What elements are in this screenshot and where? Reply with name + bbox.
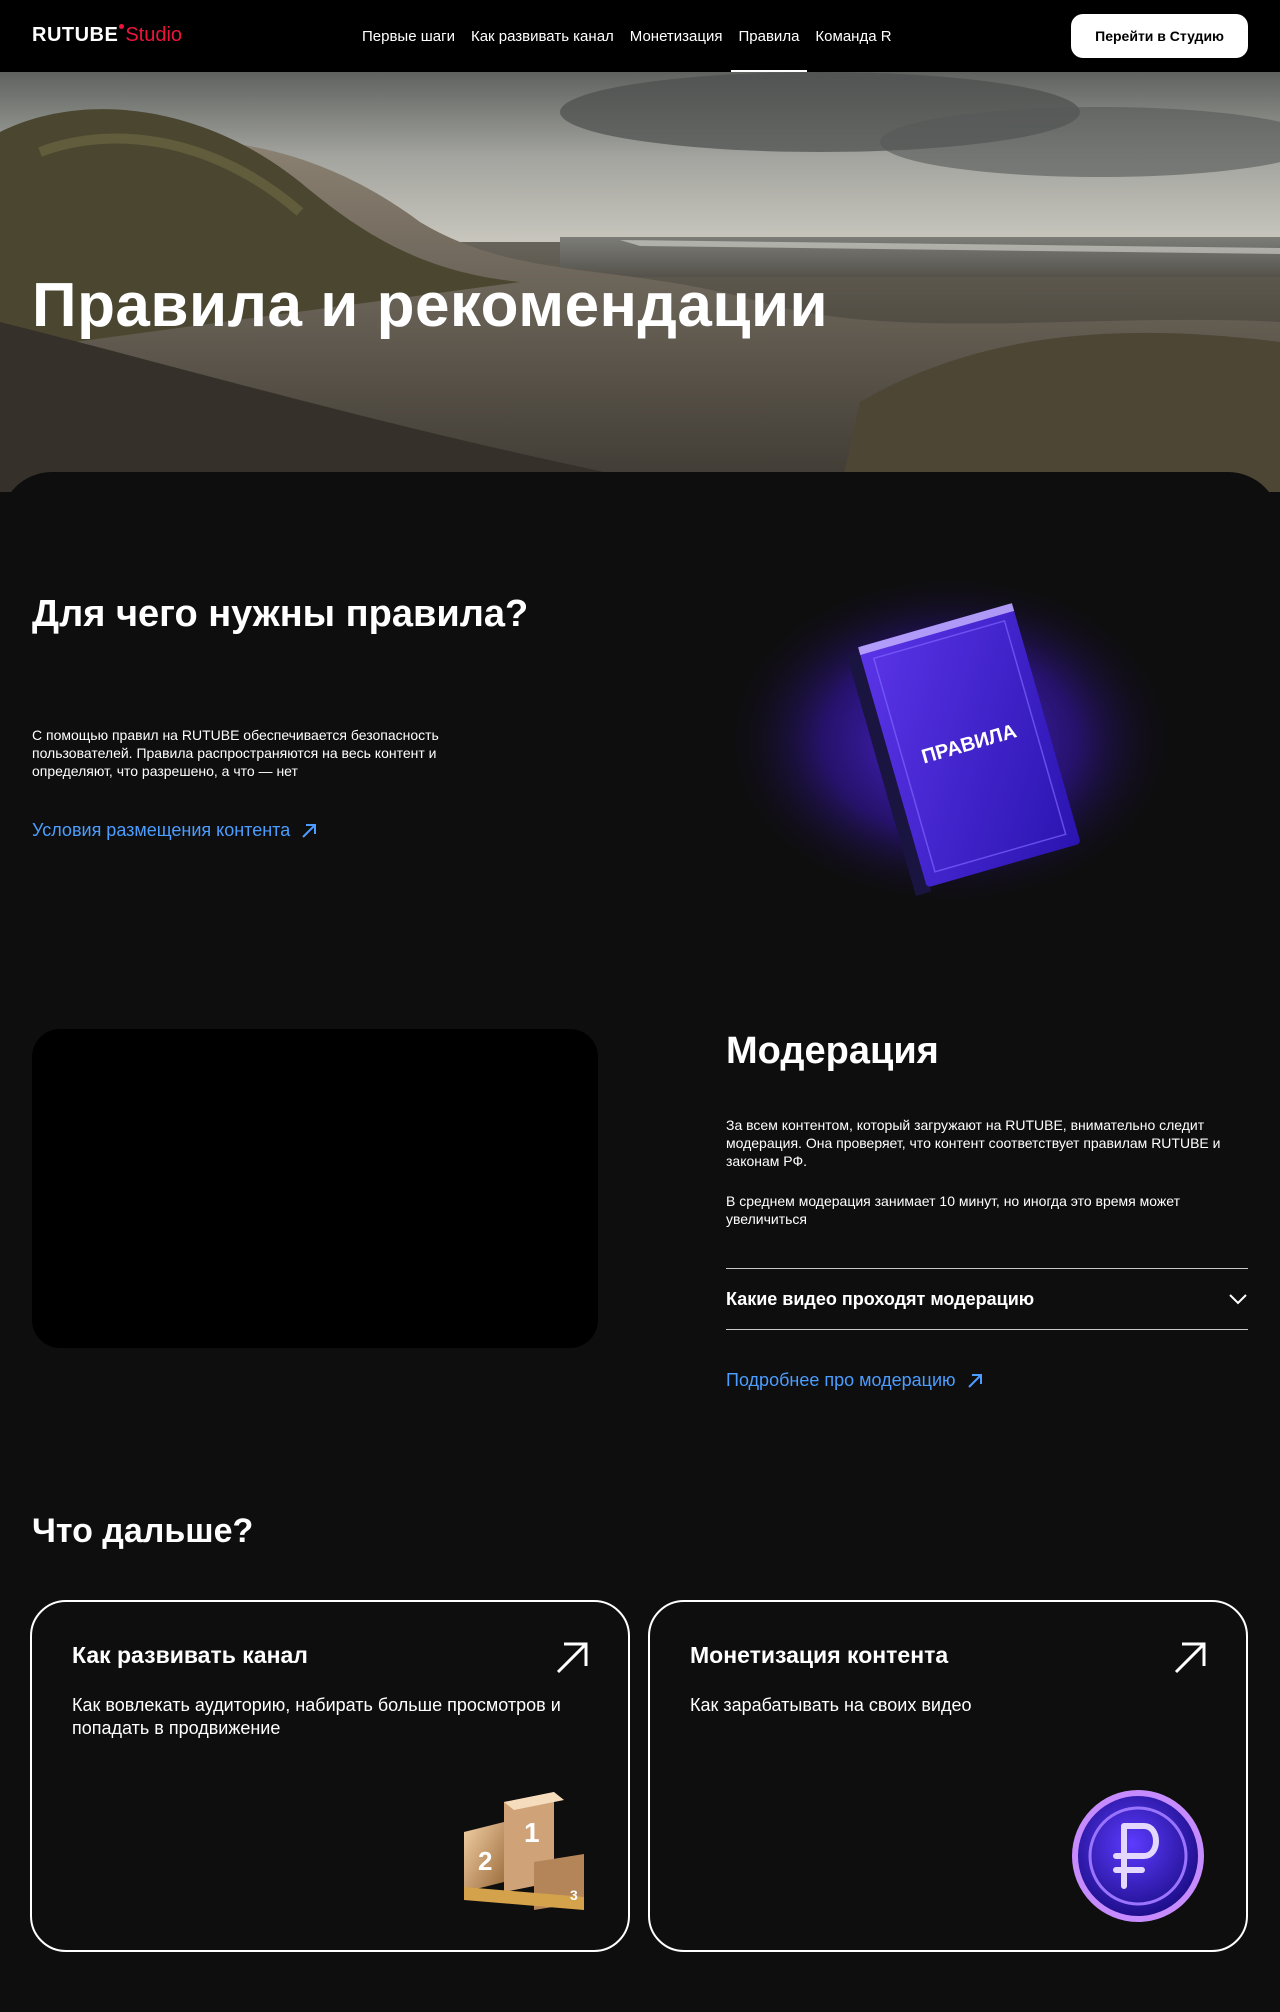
moderation-accordion[interactable]: Какие видео проходят модерацию (726, 1268, 1248, 1330)
nav-item-first-steps[interactable]: Первые шаги (354, 0, 463, 72)
logo-red-dot (119, 24, 125, 29)
rules-book-illustration: ПРАВИЛА (720, 560, 1180, 920)
card-title: Как развивать канал (72, 1642, 308, 1668)
svg-text:3: 3 (570, 1887, 578, 1903)
moderation-more-link-label: Подробнее про модерацию (726, 1370, 956, 1390)
page-title: Правила и рекомендации (32, 271, 829, 340)
main-nav: Первые шаги Как развивать канал Монетиза… (354, 0, 900, 72)
card-monetization[interactable]: Монетизация контента Как зарабатывать на… (648, 1600, 1248, 1952)
nav-item-team-r[interactable]: Команда R (807, 0, 899, 72)
moderation-section-title: Модерация (726, 1030, 939, 1072)
logo-studio-text: Studio (125, 24, 183, 46)
card-channel-growth[interactable]: Как развивать канал Как вовлекать аудито… (30, 1600, 630, 1952)
arrow-up-right-icon (556, 1642, 588, 1674)
rules-section-title: Для чего нужны правила? (32, 593, 529, 635)
nav-item-monetization[interactable]: Монетизация (622, 0, 731, 72)
logo-rutube-text: RUTUBE (32, 24, 119, 46)
card-description: Как зарабатывать на своих видео (690, 1695, 972, 1715)
what-next-title: Что дальше? (32, 1512, 254, 1550)
hero-banner: Правила и рекомендации (0, 72, 1280, 492)
ruble-coin-icon (1072, 1790, 1204, 1922)
card-description: Как вовлекать аудиторию, набирать больше… (72, 1695, 561, 1738)
moderation-text-2: В среднем модерация занимает 10 минут, н… (726, 1193, 1180, 1227)
content-terms-link[interactable]: Условия размещения контента (32, 820, 318, 841)
arrow-up-right-icon (967, 1373, 982, 1388)
svg-text:2: 2 (478, 1846, 492, 1876)
svg-text:1: 1 (524, 1817, 540, 1848)
top-header: RUTUBE Studio Первые шаги Как развивать … (0, 0, 1280, 72)
card-title: Монетизация контента (690, 1642, 949, 1668)
nav-item-rules[interactable]: Правила (730, 0, 808, 72)
moderation-video-player[interactable] (32, 1029, 598, 1348)
chevron-down-icon (1229, 1294, 1247, 1305)
content-terms-link-label: Условия размещения контента (32, 820, 291, 840)
rutube-studio-logo[interactable]: RUTUBE Studio (32, 24, 182, 47)
podium-icon: 2 1 3 (464, 1792, 584, 1910)
go-to-studio-button[interactable]: Перейти в Студию (1071, 14, 1248, 58)
rules-section-text: С помощью правил на RUTUBE обеспечиваетс… (32, 727, 439, 779)
moderation-text-1: За всем контентом, который загружают на … (726, 1117, 1221, 1169)
accordion-label: Какие видео проходят модерацию (726, 1288, 1035, 1309)
arrow-up-right-icon (302, 823, 317, 838)
moderation-more-link[interactable]: Подробнее про модерацию (726, 1370, 984, 1391)
arrow-up-right-icon (1174, 1642, 1206, 1674)
nav-item-channel-growth[interactable]: Как развивать канал (463, 0, 622, 72)
